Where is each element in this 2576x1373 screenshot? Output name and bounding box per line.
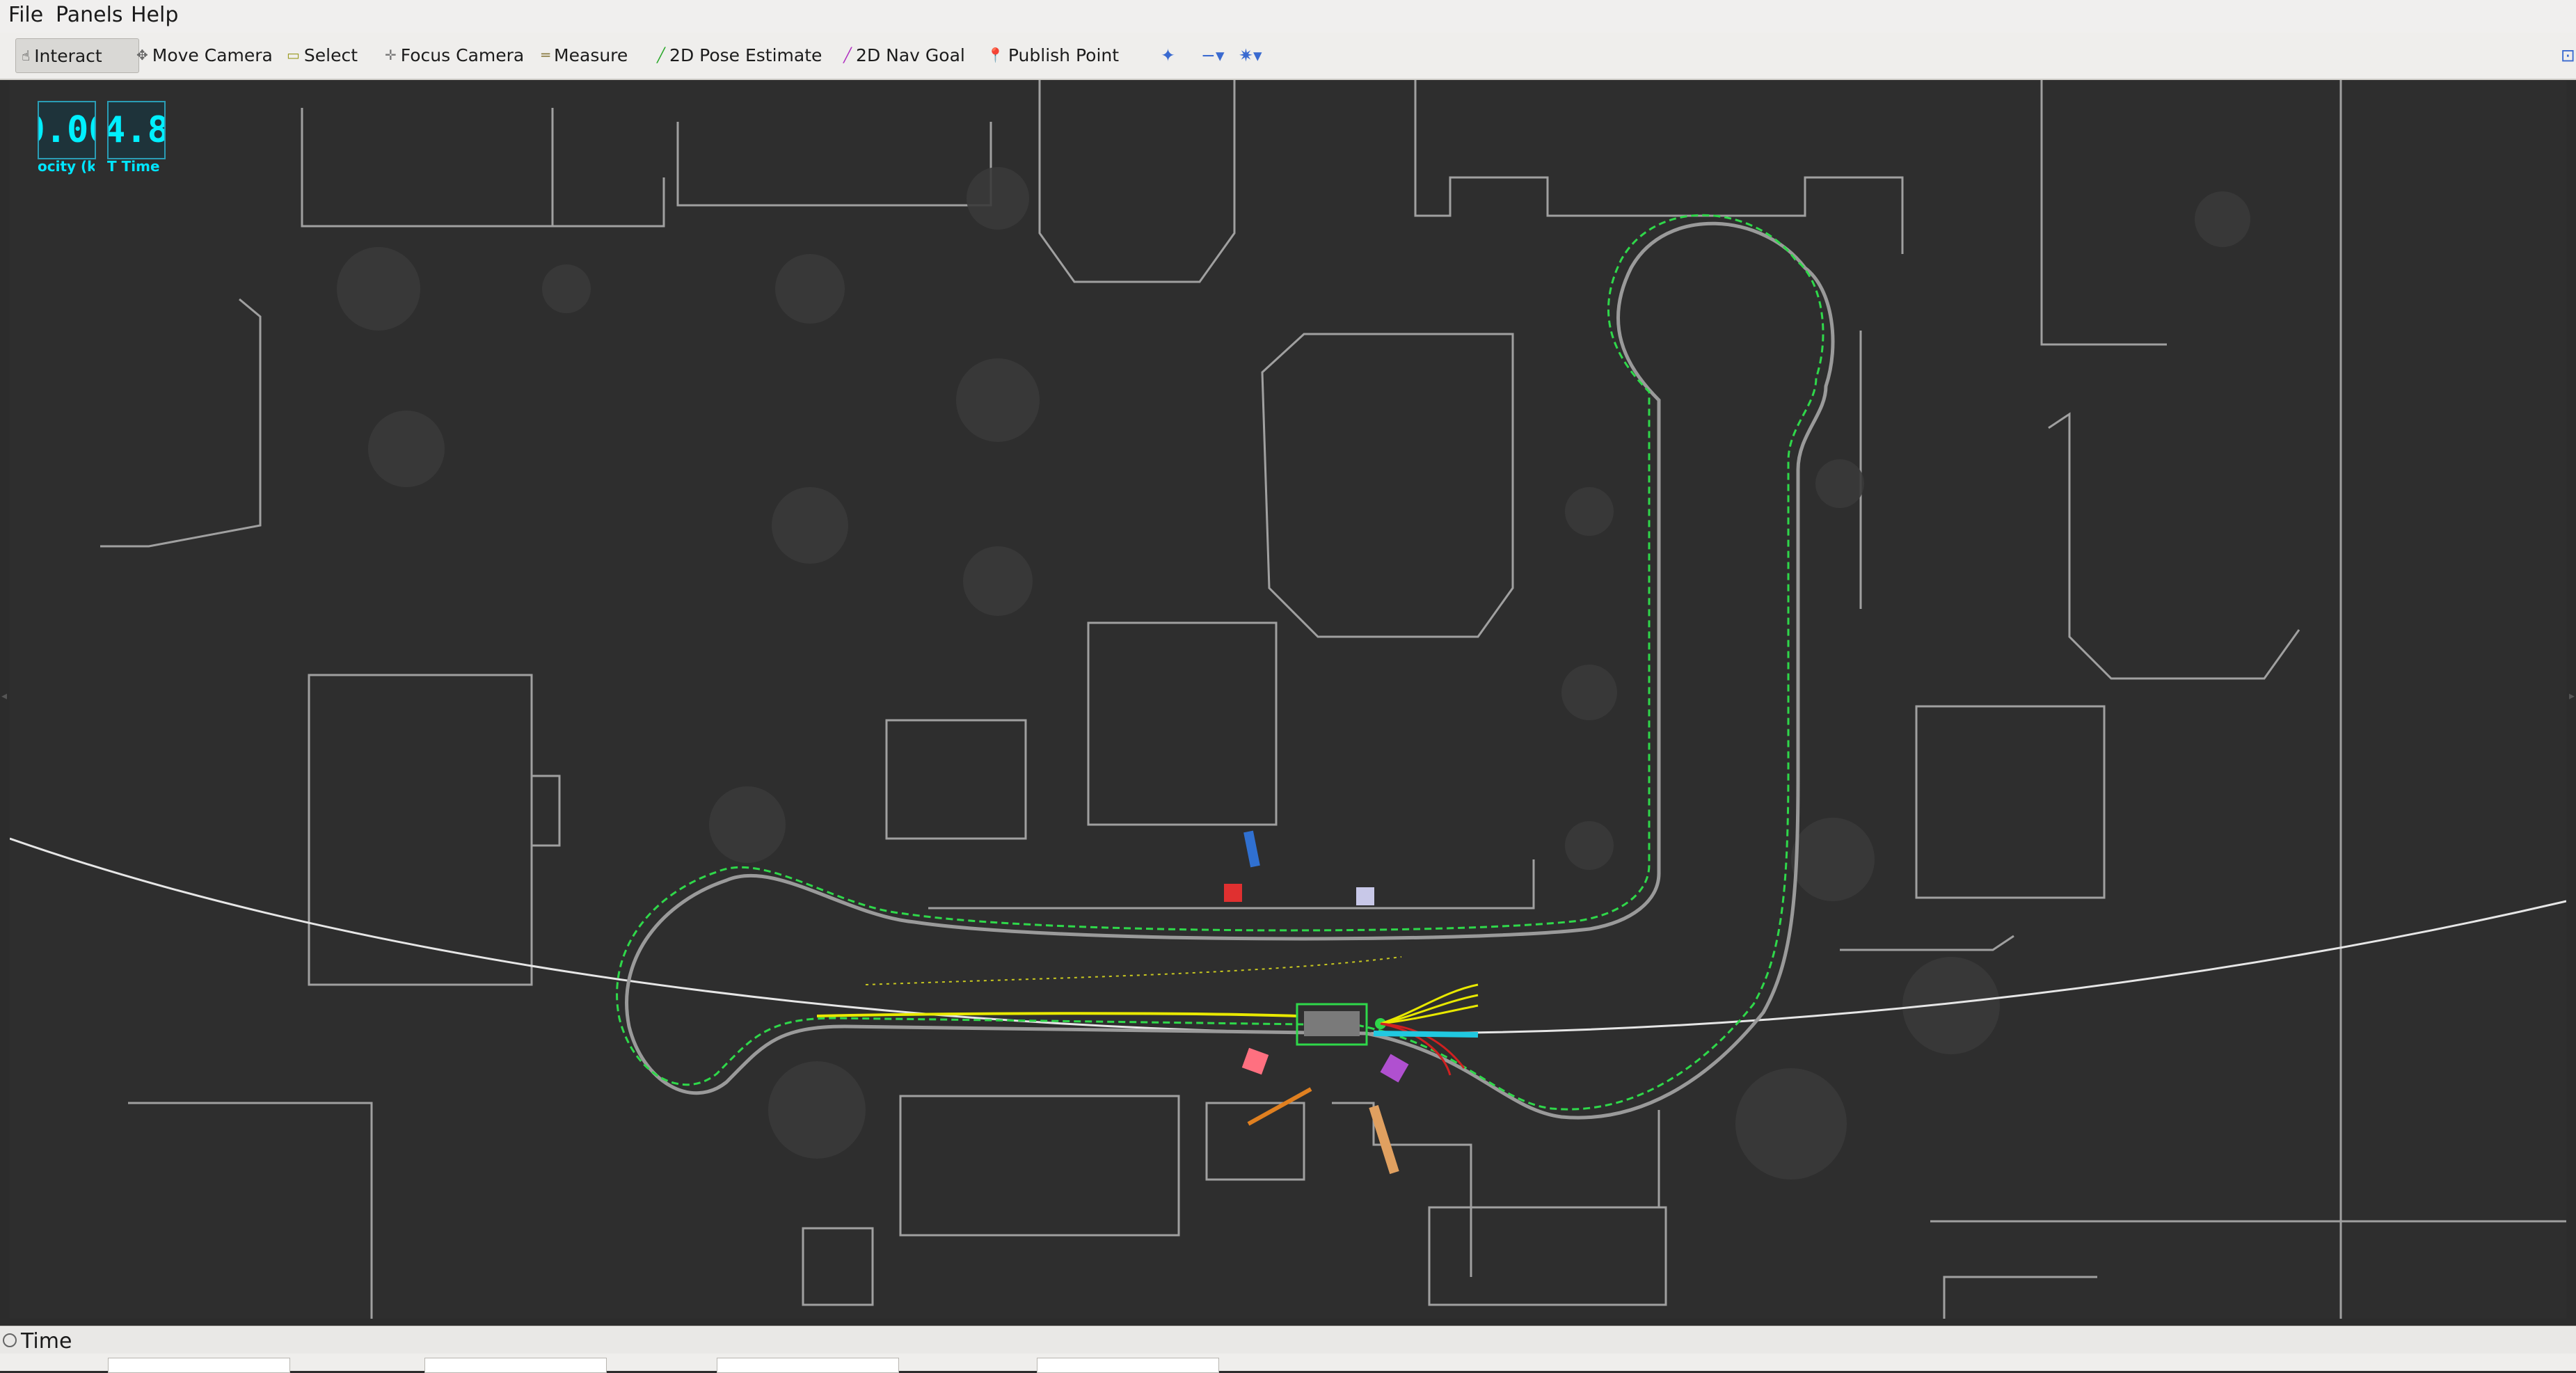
nav-goal-button[interactable]: ╱ 2D Nav Goal [838, 38, 971, 72]
expand-icon: ⊡ [2561, 45, 2575, 65]
cursor-icon: ☝ [22, 47, 31, 64]
pose-estimate-label: 2D Pose Estimate [669, 45, 822, 65]
building-outlines [100, 80, 2566, 1319]
focus-camera-button[interactable]: ✛ Focus Camera [379, 38, 530, 72]
publish-point-label: Publish Point [1008, 45, 1120, 65]
select-icon: ▭ [287, 47, 300, 63]
ego-vehicle [1296, 1003, 1386, 1046]
velocity-display: 0.00 [38, 101, 96, 159]
expand-button[interactable]: ⊡ [2555, 38, 2576, 72]
left-dock-handle[interactable]: ◂ [1, 689, 7, 703]
move-camera-button[interactable]: ✥ Move Camera [131, 38, 278, 72]
menu-bar: File Panels Help [0, 0, 2576, 33]
move-camera-label: Move Camera [152, 45, 273, 65]
tool-properties-button[interactable]: ✷▾ [1233, 38, 1268, 72]
trajectory-yellow [816, 1012, 1298, 1017]
planned-path-green [616, 214, 1824, 1111]
interact-label: Interact [34, 45, 102, 66]
trajectory-dotted [865, 956, 1402, 985]
obstacles [1224, 830, 1409, 1175]
focus-camera-label: Focus Camera [400, 45, 525, 65]
pose-estimate-button[interactable]: ╱ 2D Pose Estimate [651, 38, 827, 72]
time-label: T Time [ [107, 158, 164, 175]
planned-path-gray [625, 221, 1835, 1120]
gear-icon: ✷▾ [1239, 45, 1262, 65]
menu-help[interactable]: Help [131, 3, 178, 27]
right-dock-handle[interactable]: ▸ [2569, 689, 2575, 703]
measure-icon: ═ [541, 47, 550, 63]
measure-button[interactable]: ═ Measure [536, 38, 633, 72]
plus-icon: ✦ [1161, 45, 1175, 65]
map-render [10, 80, 2566, 1319]
time-panel-header: Time [0, 1326, 2576, 1354]
select-button[interactable]: ▭ Select [281, 38, 363, 72]
time-panel-icon[interactable] [3, 1333, 17, 1347]
remove-tool-button[interactable]: −▾ [1195, 38, 1230, 72]
publish-point-button[interactable]: 📍 Publish Point [981, 38, 1124, 72]
select-label: Select [303, 45, 358, 65]
move-camera-icon: ✥ [136, 47, 148, 63]
time-panel-title: Time [21, 1329, 72, 1354]
nav-goal-arrow-icon: ╱ [843, 47, 852, 63]
time-panel-fields [0, 1354, 2576, 1373]
trees [337, 167, 2250, 1180]
minus-icon: −▾ [1201, 45, 1225, 65]
3d-viewport[interactable]: 0.00 ocity (kn 4.8 T Time [ [10, 80, 2566, 1319]
menu-panels[interactable]: Panels [56, 3, 123, 27]
focus-camera-icon: ✛ [385, 47, 397, 63]
toolbar: ☝ Interact ✥ Move Camera ▭ Select ✛ Focus Ca… [0, 33, 2576, 80]
add-tool-button[interactable]: ✦ [1155, 38, 1181, 72]
pose-arrow-icon: ╱ [657, 47, 666, 63]
map-pin-icon: 📍 [987, 47, 1004, 63]
velocity-label: ocity (kn [38, 158, 95, 175]
nav-goal-label: 2D Nav Goal [856, 45, 965, 65]
time-display: 4.8 [107, 101, 166, 159]
menu-file[interactable]: File [8, 3, 43, 27]
interact-button[interactable]: ☝ Interact [15, 38, 139, 73]
route-arc [10, 837, 2566, 1035]
measure-label: Measure [554, 45, 628, 65]
